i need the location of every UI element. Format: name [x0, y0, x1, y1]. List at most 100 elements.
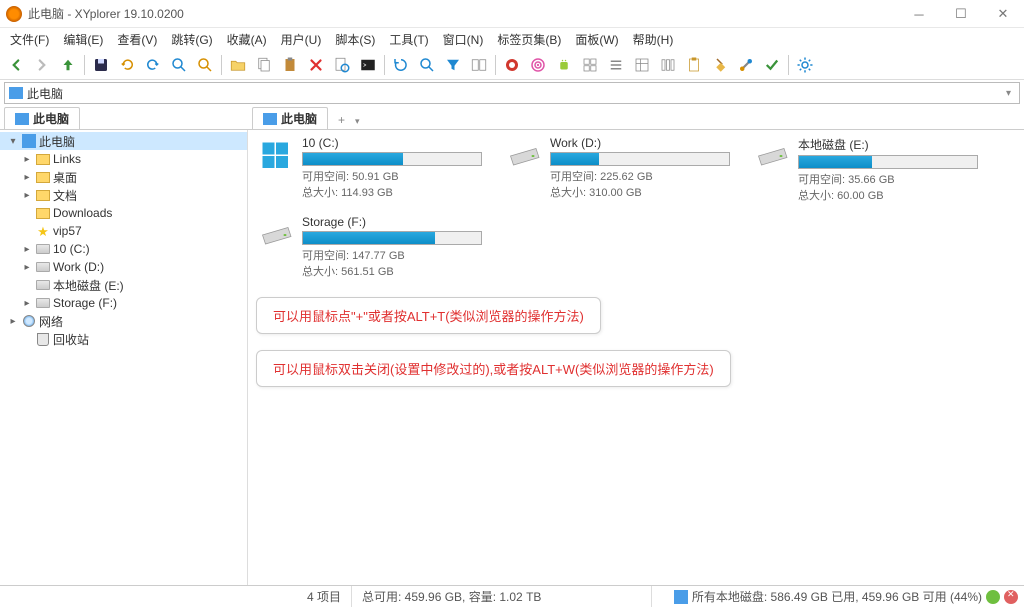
clipboard-button[interactable]: [682, 53, 706, 77]
computer-icon: [263, 113, 277, 125]
drives-list: 10 (C:) 可用空间: 50.91 GB 总大小: 114.93 GB Wo…: [248, 134, 1024, 281]
target-button[interactable]: [526, 53, 550, 77]
main-toolbar: [0, 50, 1024, 80]
windows-icon: [258, 138, 294, 174]
android-button[interactable]: [552, 53, 576, 77]
broom-button[interactable]: [708, 53, 732, 77]
tree-item-10[interactable]: ▸ 网络: [0, 312, 247, 330]
menu-item-5[interactable]: 用户(U): [275, 29, 328, 50]
drive-total-text: 总大小: 60.00 GB: [798, 187, 990, 203]
drive-item-3[interactable]: Storage (F:) 可用空间: 147.77 GB 总大小: 561.51…: [256, 213, 496, 281]
tree-toggle-icon[interactable]: ▸: [21, 190, 33, 201]
drive-item-1[interactable]: Work (D:) 可用空间: 225.62 GB 总大小: 310.00 GB: [504, 134, 744, 205]
delete-button[interactable]: [304, 53, 328, 77]
paste-button[interactable]: [278, 53, 302, 77]
menu-item-7[interactable]: 工具(T): [383, 29, 434, 50]
copy-button[interactable]: [252, 53, 276, 77]
content-pane[interactable]: 10 (C:) 可用空间: 50.91 GB 总大小: 114.93 GB Wo…: [248, 130, 1024, 585]
save-layout-button[interactable]: [89, 53, 113, 77]
nav-up-button[interactable]: [56, 53, 80, 77]
view-thumbs-button[interactable]: [578, 53, 602, 77]
tip-box-2: 可以用鼠标双击关闭(设置中修改过的),或者按ALT+W(类似浏览器的操作方法): [256, 350, 731, 387]
menu-item-8[interactable]: 窗口(N): [437, 29, 490, 50]
tree-item-11[interactable]: 回收站: [0, 330, 247, 348]
drive-item-0[interactable]: 10 (C:) 可用空间: 50.91 GB 总大小: 114.93 GB: [256, 134, 496, 205]
tree-item-6[interactable]: ▸10 (C:): [0, 240, 247, 258]
status-right-text: 所有本地磁盘: 586.49 GB 已用, 459.96 GB 可用 (44%): [692, 588, 982, 605]
menu-item-10[interactable]: 面板(W): [569, 29, 624, 50]
new-tab-button[interactable]: +: [332, 111, 351, 129]
tree-item-0[interactable]: ▾ 此电脑: [0, 132, 247, 150]
check-button[interactable]: [760, 53, 784, 77]
view-list-button[interactable]: [604, 53, 628, 77]
menu-item-1[interactable]: 编辑(E): [57, 29, 109, 50]
undo-button[interactable]: [115, 53, 139, 77]
computer-icon: [15, 113, 29, 125]
maximize-button[interactable]: ☐: [940, 0, 982, 28]
terminal-button[interactable]: [356, 53, 380, 77]
refresh-button[interactable]: [389, 53, 413, 77]
tree-toggle-icon[interactable]: ▸: [21, 172, 33, 183]
tree-item-7[interactable]: ▸ Work (D:): [0, 258, 247, 276]
columns-button[interactable]: [656, 53, 680, 77]
content-tab[interactable]: 此电脑: [252, 107, 328, 129]
properties-button[interactable]: [330, 53, 354, 77]
tree-item-1[interactable]: ▸Links: [0, 150, 247, 168]
tree-item-2[interactable]: ▸ 桌面: [0, 168, 247, 186]
tree-item-8[interactable]: 本地磁盘 (E:): [0, 276, 247, 294]
nav-back-button[interactable]: [4, 53, 28, 77]
drive-total-text: 总大小: 310.00 GB: [550, 184, 742, 200]
tree-label: 此电脑: [39, 133, 75, 150]
drive-usage-bar: [550, 152, 730, 166]
disk-icon: [674, 590, 688, 604]
app-icon: [6, 6, 22, 22]
new-folder-button[interactable]: [226, 53, 250, 77]
folder-tree[interactable]: ▾此电脑▸Links▸桌面▸文档Downloads★vip57▸10 (C:)▸…: [0, 130, 248, 585]
preview-button[interactable]: [167, 53, 191, 77]
tree-toggle-icon[interactable]: ▸: [21, 244, 33, 255]
menu-item-11[interactable]: 帮助(H): [627, 29, 680, 50]
search-button[interactable]: [415, 53, 439, 77]
redo-button[interactable]: [141, 53, 165, 77]
content-tab-label: 此电脑: [281, 110, 317, 127]
tree-toggle-icon[interactable]: ▸: [21, 154, 33, 165]
menu-item-6[interactable]: 脚本(S): [329, 29, 381, 50]
dual-pane-button[interactable]: [467, 53, 491, 77]
tree-toggle-icon[interactable]: ▸: [7, 316, 19, 327]
tree-panel-tab[interactable]: 此电脑: [4, 107, 80, 129]
title-bar: 此电脑 - XYplorer 19.10.0200 ─ ☐ ✕: [0, 0, 1024, 28]
tree-item-3[interactable]: ▸文档: [0, 186, 247, 204]
tree-label: 网络: [39, 313, 63, 330]
drive-name: 10 (C:): [302, 136, 494, 150]
color-button[interactable]: [500, 53, 524, 77]
menu-item-3[interactable]: 跳转(G): [165, 29, 218, 50]
filter-button[interactable]: [441, 53, 465, 77]
menu-item-9[interactable]: 标签页集(B): [491, 29, 567, 50]
tools-button[interactable]: [734, 53, 758, 77]
tree-label: Work (D:): [53, 260, 104, 274]
address-dropdown-icon[interactable]: ▾: [1002, 88, 1015, 99]
nav-forward-button[interactable]: [30, 53, 54, 77]
tree-toggle-icon[interactable]: ▸: [21, 298, 33, 309]
menu-item-0[interactable]: 文件(F): [4, 29, 55, 50]
tree-toggle-icon[interactable]: ▸: [21, 262, 33, 273]
tab-dropdown-button[interactable]: ▾: [351, 114, 364, 129]
minimize-button[interactable]: ─: [898, 0, 940, 28]
menu-item-4[interactable]: 收藏(A): [221, 29, 273, 50]
drive-item-2[interactable]: 本地磁盘 (E:) 可用空间: 35.66 GB 总大小: 60.00 GB: [752, 134, 992, 205]
tabs-row: 此电脑 此电脑 + ▾: [0, 106, 1024, 130]
tree-label: 桌面: [53, 169, 77, 186]
find-button[interactable]: [193, 53, 217, 77]
drive-name: 本地磁盘 (E:): [798, 136, 990, 153]
drive-total-text: 总大小: 561.51 GB: [302, 263, 494, 279]
settings-button[interactable]: [793, 53, 817, 77]
tree-toggle-icon[interactable]: ▾: [7, 136, 19, 147]
status-bar: 4 项目 总可用: 459.96 GB, 容量: 1.02 TB 所有本地磁盘:…: [0, 585, 1024, 607]
tree-item-9[interactable]: ▸Storage (F:): [0, 294, 247, 312]
view-details-button[interactable]: [630, 53, 654, 77]
tree-item-5[interactable]: ★vip57: [0, 222, 247, 240]
tree-item-4[interactable]: Downloads: [0, 204, 247, 222]
close-button[interactable]: ✕: [982, 0, 1024, 28]
menu-item-2[interactable]: 查看(V): [111, 29, 163, 50]
address-bar[interactable]: 此电脑 ▾: [4, 82, 1020, 104]
